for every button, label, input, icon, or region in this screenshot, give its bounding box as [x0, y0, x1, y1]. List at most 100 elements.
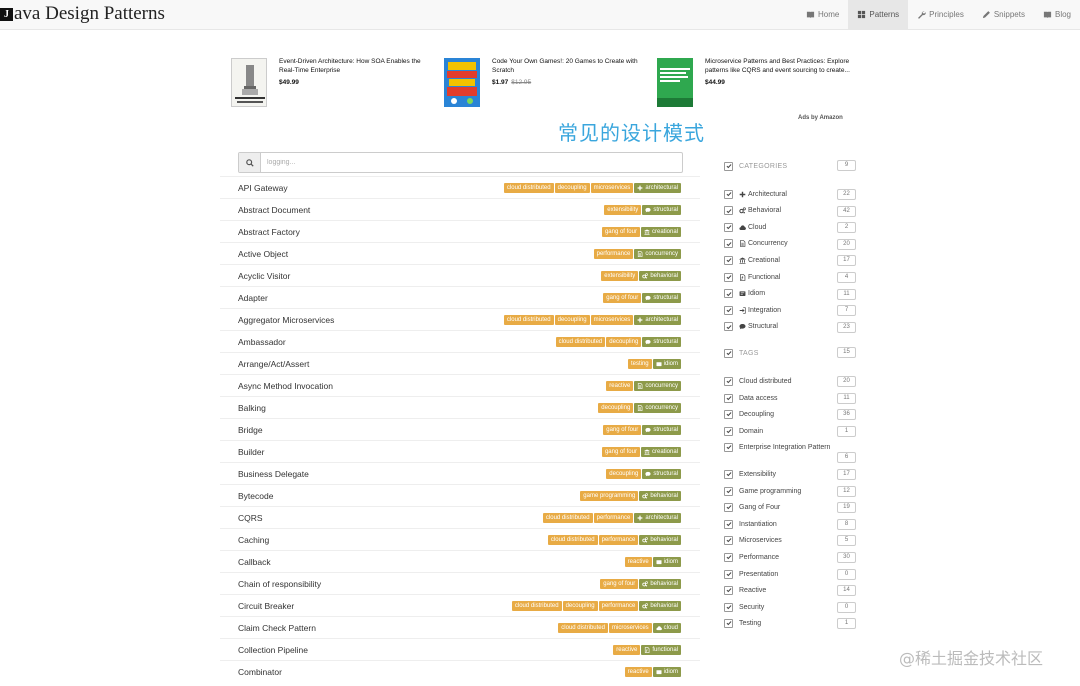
filter-checkbox[interactable] [724, 161, 733, 171]
pattern-name[interactable]: Adapter [238, 293, 268, 303]
filter-checkbox[interactable] [724, 442, 733, 452]
pattern-name[interactable]: Combinator [238, 667, 282, 677]
tag-badge[interactable]: cloud distributed [542, 512, 593, 523]
pattern-name[interactable]: Caching [238, 535, 269, 545]
tag-badge[interactable]: decoupling [562, 600, 598, 611]
category-badge[interactable]: idiom [652, 666, 681, 677]
table-row[interactable]: Combinator reactive idiom [220, 660, 700, 682]
filter-checkbox[interactable] [724, 239, 733, 249]
category-badge[interactable]: cloud [652, 622, 681, 633]
ad-title[interactable]: Code Your Own Games!: 20 Games to Create… [492, 58, 647, 75]
category-badge[interactable]: concurrency [634, 402, 681, 413]
pattern-name[interactable]: Bytecode [238, 491, 273, 501]
category-badge[interactable]: behavioral [639, 578, 681, 589]
category-badge[interactable]: idiom [652, 358, 681, 369]
tag-badge[interactable]: decoupling [606, 336, 642, 347]
tag-badge[interactable]: decoupling [606, 468, 642, 479]
nav-item-blog[interactable]: Blog [1034, 0, 1080, 29]
ad-code-your-own-games[interactable]: Code Your Own Games!: 20 Games to Create… [444, 58, 647, 108]
tag-badge[interactable]: cloud distributed [503, 314, 554, 325]
pattern-name[interactable]: Arrange/Act/Assert [238, 359, 309, 369]
category-badge[interactable]: creational [640, 446, 681, 457]
nav-item-home[interactable]: Home [797, 0, 848, 29]
pattern-name[interactable]: Acyclic Visitor [238, 271, 290, 281]
ads-by-amazon[interactable]: Ads by Amazon [798, 115, 843, 121]
category-badge[interactable]: architectural [634, 512, 681, 523]
table-row[interactable]: Chain of responsibility gang of four behav… [220, 572, 700, 594]
table-row[interactable]: Business Delegate decoupling structural [220, 462, 700, 484]
pattern-name[interactable]: Ambassador [238, 337, 286, 347]
tag-badge[interactable]: performance [593, 248, 634, 259]
pattern-name[interactable]: Circuit Breaker [238, 601, 294, 611]
tag-badge[interactable]: gang of four [603, 424, 642, 435]
category-badge[interactable]: concurrency [634, 248, 681, 259]
nav-item-principles[interactable]: Principles [908, 0, 973, 29]
tag-badge[interactable]: cloud distributed [558, 622, 608, 633]
table-row[interactable]: Abstract Document extensibility structural [220, 198, 700, 220]
category-badge[interactable]: behavioral [639, 270, 681, 281]
table-row[interactable]: Collection Pipeline reactive functional [220, 638, 700, 660]
filter-checkbox[interactable] [724, 322, 733, 332]
filter-checkbox[interactable] [724, 602, 733, 612]
table-row[interactable]: Adapter gang of four structural [220, 286, 700, 308]
filter-checkbox[interactable] [724, 569, 733, 579]
table-row[interactable]: Claim Check Pattern cloud distributed micr… [220, 616, 700, 638]
ad-title[interactable]: Microservice Patterns and Best Practices… [705, 58, 860, 75]
filter-checkbox[interactable] [724, 486, 733, 496]
table-row[interactable]: Arrange/Act/Assert testing idiom [220, 352, 700, 374]
filter-checkbox[interactable] [724, 255, 733, 265]
category-badge[interactable]: architectural [634, 182, 681, 193]
tag-badge[interactable]: decoupling [554, 182, 590, 193]
category-badge[interactable]: structural [642, 424, 681, 435]
table-row[interactable]: Ambassador cloud distributed decoupling str… [220, 330, 700, 352]
filter-checkbox[interactable] [724, 426, 733, 436]
tag-badge[interactable]: cloud distributed [555, 336, 606, 347]
table-row[interactable]: Acyclic Visitor extensibility behavioral [220, 264, 700, 286]
filter-checkbox[interactable] [724, 189, 733, 199]
filter-checkbox[interactable] [724, 502, 733, 512]
filter-checkbox[interactable] [724, 409, 733, 419]
filter-checkbox[interactable] [724, 519, 733, 529]
category-badge[interactable]: behavioral [639, 490, 681, 501]
filter-checkbox[interactable] [724, 348, 733, 358]
tag-badge[interactable]: game programming [580, 490, 639, 501]
pattern-name[interactable]: Balking [238, 403, 266, 413]
filter-checkbox[interactable] [724, 376, 733, 386]
filter-checkbox[interactable] [724, 272, 733, 282]
pattern-name[interactable]: Active Object [238, 249, 288, 259]
category-badge[interactable]: behavioral [639, 534, 681, 545]
category-badge[interactable]: architectural [634, 314, 681, 325]
category-badge[interactable]: structural [642, 336, 681, 347]
category-badge[interactable]: structural [642, 292, 681, 303]
table-row[interactable]: Active Object performance concurrency [220, 242, 700, 264]
table-row[interactable]: Bytecode game programming behavioral [220, 484, 700, 506]
tag-badge[interactable]: gang of four [601, 226, 640, 237]
filter-checkbox[interactable] [724, 469, 733, 479]
category-badge[interactable]: structural [642, 468, 681, 479]
brand[interactable]: J ava Design Patterns [0, 3, 165, 25]
pattern-name[interactable]: Chain of responsibility [238, 579, 321, 589]
filter-checkbox[interactable] [724, 289, 733, 299]
ad-title[interactable]: Event-Driven Architecture: How SOA Enabl… [279, 58, 434, 75]
pattern-name[interactable]: Business Delegate [238, 469, 309, 479]
tag-badge[interactable]: reactive [606, 380, 634, 391]
filter-checkbox[interactable] [724, 618, 733, 628]
tag-badge[interactable]: microservices [608, 622, 652, 633]
category-badge[interactable]: behavioral [639, 600, 681, 611]
tag-badge[interactable]: performance [593, 512, 634, 523]
tag-badge[interactable]: performance [598, 600, 639, 611]
tag-badge[interactable]: gang of four [601, 446, 640, 457]
tag-badge[interactable]: microservices [590, 182, 634, 193]
tag-badge[interactable]: cloud distributed [511, 600, 562, 611]
category-badge[interactable]: structural [642, 204, 681, 215]
pattern-name[interactable]: API Gateway [238, 183, 288, 193]
nav-item-snippets[interactable]: Snippets [973, 0, 1034, 29]
pattern-name[interactable]: Bridge [238, 425, 263, 435]
category-badge[interactable]: concurrency [634, 380, 681, 391]
table-row[interactable]: Async Method Invocation reactive concurren… [220, 374, 700, 396]
table-row[interactable]: Caching cloud distributed performance behav… [220, 528, 700, 550]
tag-badge[interactable]: gang of four [600, 578, 639, 589]
tag-filter-enterprise-integration-pattern[interactable]: Enterprise Integration Pattern [724, 441, 856, 453]
pattern-name[interactable]: Callback [238, 557, 271, 567]
pattern-name[interactable]: Aggregator Microservices [238, 315, 334, 325]
